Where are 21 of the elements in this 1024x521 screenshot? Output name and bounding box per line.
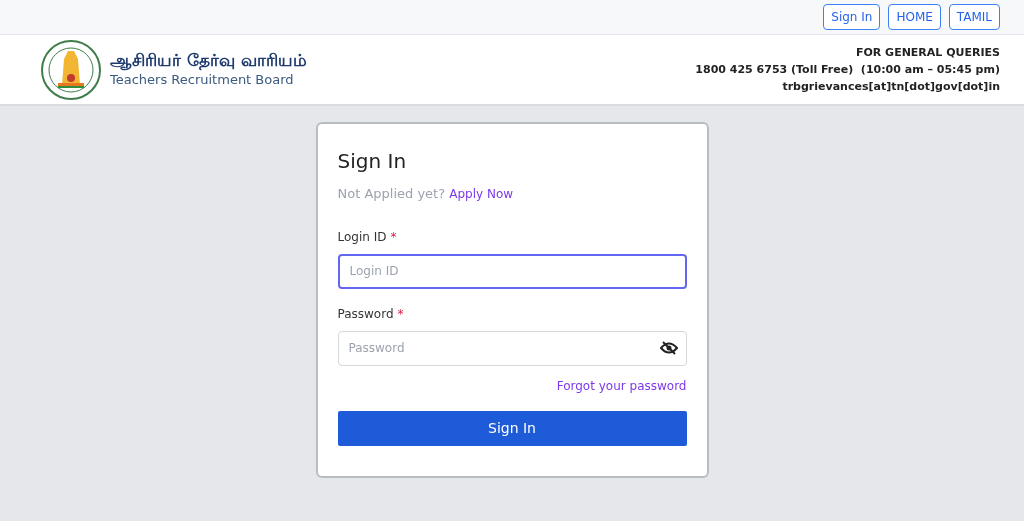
nav-button[interactable]: TAMIL — [948, 4, 1000, 30]
board-title-tamil: ஆசிரியர் தேர்வு வாரியம் — [110, 49, 307, 70]
nav-button[interactable]: HOME — [888, 4, 941, 30]
forgot-password-link[interactable]: Forgot your password — [556, 378, 687, 393]
hidden-eye-icon[interactable] — [659, 340, 678, 355]
card-title: Sign In — [337, 148, 408, 175]
contact-line: FOR GENERAL QUERIES — [854, 44, 1000, 61]
contact-line: 1800 425 6753 (Toll Free) (10:00 am – 05:45 pm) — [695, 61, 1000, 78]
contact-line: trbgrievances[at]tn[dot]gov[dot]in — [781, 79, 1000, 95]
sign-in-button[interactable]: Sign In — [337, 411, 687, 446]
board-title-english: Teachers Recruitment Board — [110, 71, 295, 89]
required-mark: * — [397, 306, 404, 321]
nav-button[interactable]: Sign In — [823, 4, 881, 30]
prompt-text: Not Applied yet? — [337, 186, 446, 201]
emblem-logo — [40, 38, 102, 101]
password-field[interactable]: Password — [337, 330, 687, 366]
field-label: Password — [337, 306, 394, 321]
required-mark: * — [390, 229, 397, 244]
login-id-field[interactable]: Login ID — [337, 253, 687, 289]
apply-now-link[interactable]: Apply Now — [449, 187, 514, 201]
field-label: Login ID — [337, 229, 387, 244]
